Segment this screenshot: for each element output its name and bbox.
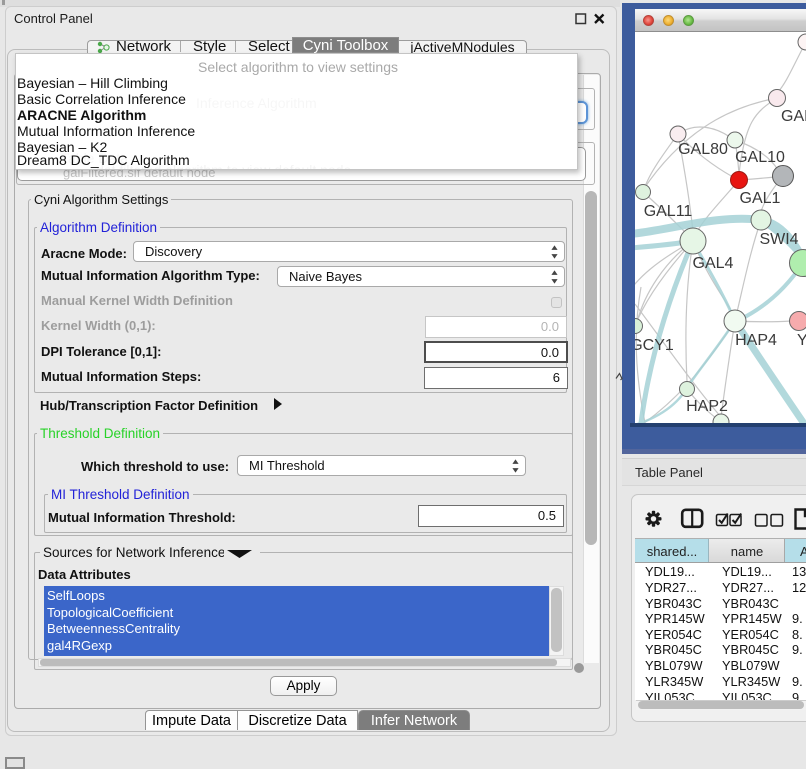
svg-text:GAL4: GAL4 <box>693 255 734 272</box>
svg-text:GAL1: GAL1 <box>740 190 781 207</box>
svg-text:HAP2: HAP2 <box>686 398 728 415</box>
svg-text:YE: YE <box>797 332 806 349</box>
svg-text:SWI4: SWI4 <box>759 231 798 248</box>
svg-text:HAP4: HAP4 <box>735 332 777 349</box>
svg-text:GAL2: GAL2 <box>781 108 806 125</box>
svg-text:GCY1: GCY1 <box>635 337 674 354</box>
svg-text:GAL10: GAL10 <box>735 149 785 166</box>
svg-text:GAL11: GAL11 <box>644 203 693 220</box>
svg-text:GAL80: GAL80 <box>678 141 728 158</box>
